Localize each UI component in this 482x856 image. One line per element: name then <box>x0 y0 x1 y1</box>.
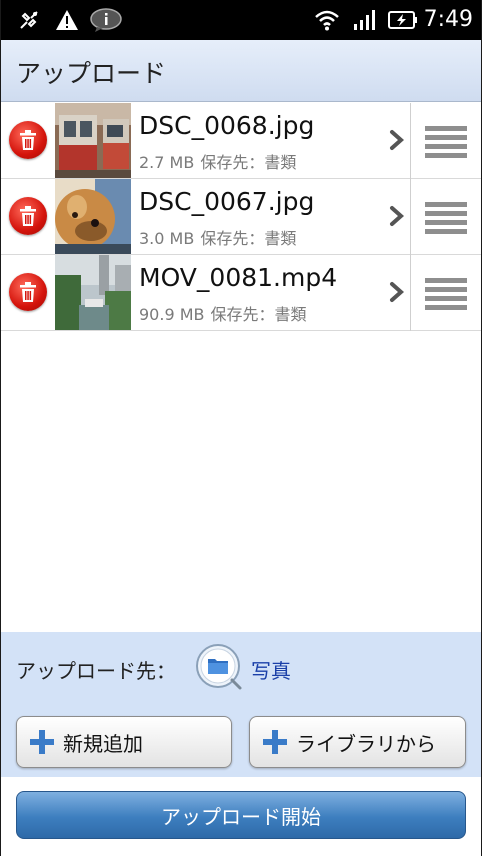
delete-icon[interactable] <box>9 273 47 311</box>
file-size: 90.9 MB <box>139 305 205 324</box>
delete-icon[interactable] <box>9 197 47 235</box>
status-time: 7:49 <box>423 7 473 32</box>
add-new-button[interactable]: 新規追加 <box>16 716 232 768</box>
message-icon <box>89 6 123 34</box>
list-item[interactable]: MOV_0081.mp4 90.9 MB 保存先：書類 <box>1 255 481 331</box>
start-upload-label: アップロード開始 <box>161 804 321 829</box>
row-divider <box>410 179 411 255</box>
chevron-right-icon[interactable] <box>385 201 409 231</box>
signal-icon <box>351 6 377 34</box>
delete-icon[interactable] <box>9 121 47 159</box>
add-new-label: 新規追加 <box>63 731 143 756</box>
wifi-icon <box>313 6 341 34</box>
app-screen: 7:49 アップロード DSC_0068.jpg 2.7 MB 保存先：書類 D… <box>1 0 481 856</box>
file-name: DSC_0067.jpg <box>139 187 315 216</box>
chevron-right-icon[interactable] <box>385 277 409 307</box>
start-upload-area: アップロード開始 <box>1 777 481 856</box>
row-divider <box>410 255 411 331</box>
photo-thumbnail <box>55 179 131 254</box>
file-name: MOV_0081.mp4 <box>139 263 338 292</box>
file-destination: 保存先：書類 <box>200 229 297 248</box>
file-destination: 保存先：書類 <box>200 153 297 172</box>
drag-handle-icon[interactable] <box>425 124 467 158</box>
upload-list: DSC_0068.jpg 2.7 MB 保存先：書類 DSC_0067.jpg … <box>1 103 481 331</box>
file-size: 3.0 MB <box>139 229 195 248</box>
start-upload-button[interactable]: アップロード開始 <box>16 791 466 839</box>
file-meta: 90.9 MB 保存先：書類 <box>139 301 307 325</box>
upload-target-value[interactable]: 写真 <box>251 655 291 684</box>
drag-handle-icon[interactable] <box>425 276 467 310</box>
video-thumbnail <box>55 255 131 330</box>
upload-settings-panel: アップロード先： 写真 新規追加 ライブラリから <box>1 632 481 777</box>
plus-icon <box>29 729 55 755</box>
page-title: アップロード <box>16 59 167 88</box>
status-bar: 7:49 <box>1 0 481 40</box>
title-bar: アップロード <box>1 40 481 102</box>
list-item[interactable]: DSC_0067.jpg 3.0 MB 保存先：書類 <box>1 179 481 255</box>
file-meta: 2.7 MB 保存先：書類 <box>139 149 296 173</box>
plus-icon <box>262 729 288 755</box>
file-destination: 保存先：書類 <box>210 305 307 324</box>
file-size: 2.7 MB <box>139 153 195 172</box>
drag-handle-icon[interactable] <box>425 200 467 234</box>
from-library-button[interactable]: ライブラリから <box>249 716 466 768</box>
folder-icon[interactable] <box>194 642 244 692</box>
file-meta: 3.0 MB 保存先：書類 <box>139 225 296 249</box>
upload-target-label: アップロード先： <box>16 659 176 683</box>
usb-debug-icon <box>15 6 43 34</box>
battery-charging-icon <box>387 6 419 34</box>
from-library-label: ライブラリから <box>296 731 436 756</box>
chevron-right-icon[interactable] <box>385 125 409 155</box>
file-name: DSC_0068.jpg <box>139 111 315 140</box>
row-divider <box>410 103 411 179</box>
photo-thumbnail <box>55 103 131 178</box>
warning-icon <box>53 6 81 34</box>
list-item[interactable]: DSC_0068.jpg 2.7 MB 保存先：書類 <box>1 103 481 179</box>
